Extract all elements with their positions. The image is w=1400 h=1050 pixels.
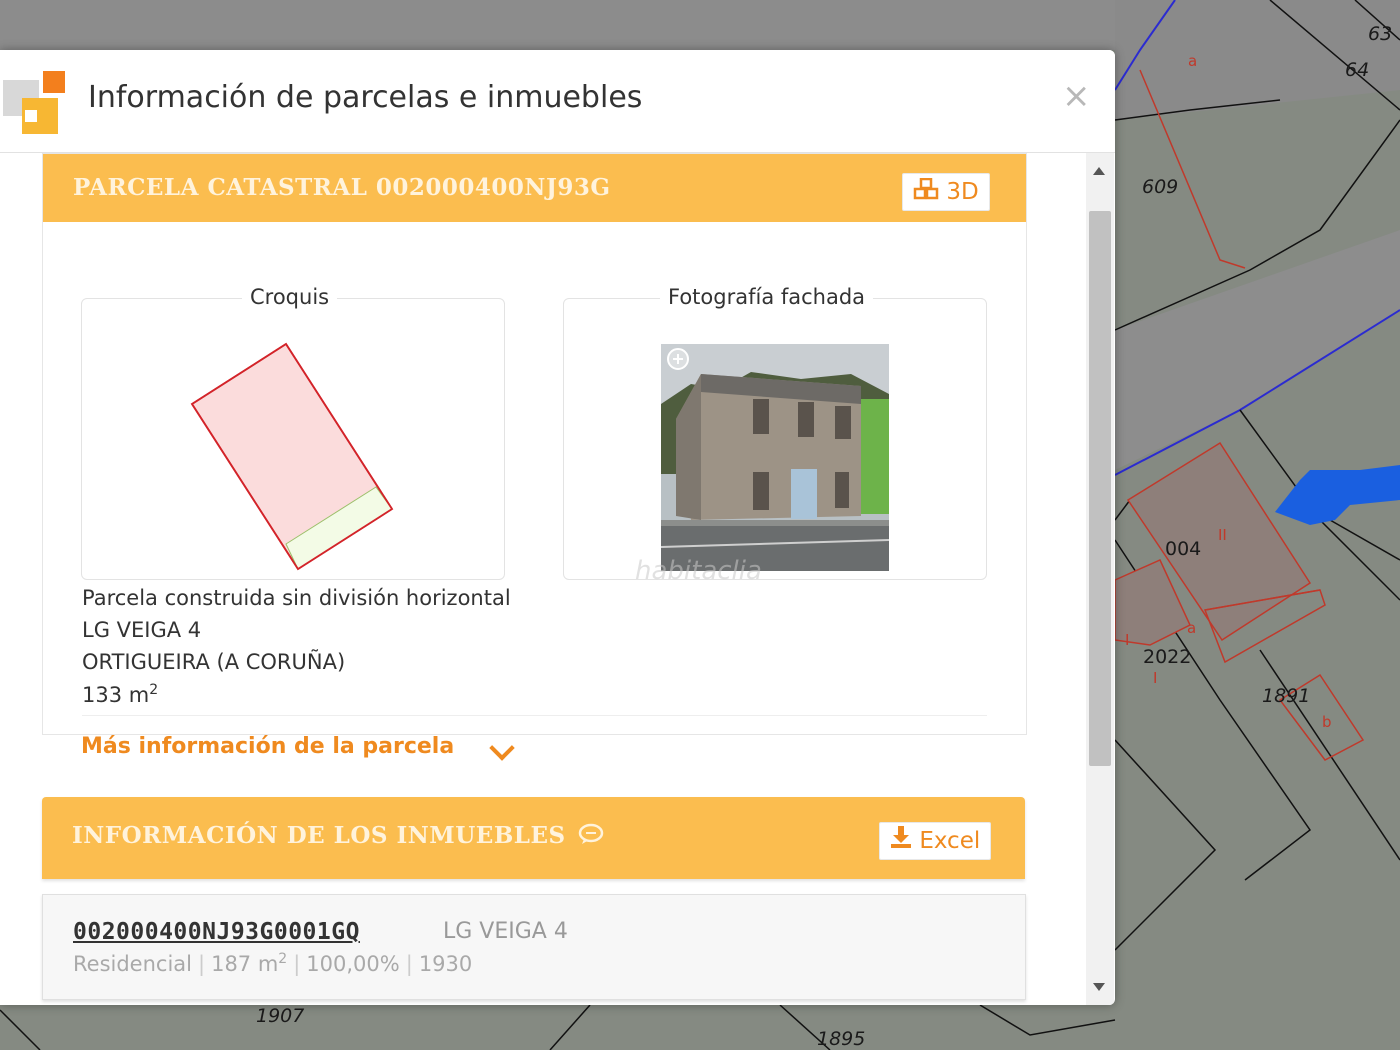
map-label: 1895: [817, 1028, 865, 1050]
map-sublabel: b: [1322, 713, 1332, 731]
parcel-sketch[interactable]: [82, 299, 504, 579]
sketch-label: Croquis: [242, 285, 338, 309]
dialog-body[interactable]: PARCELA CATASTRAL 002000400NJ93G 3D Croq…: [0, 153, 1115, 1005]
more-parcel-info-link[interactable]: Más información de la parcela: [81, 734, 454, 759]
map-sublabel: a: [1187, 619, 1196, 637]
scroll-up-arrow-icon[interactable]: [1093, 167, 1105, 175]
property-meta: Residencial | 187 m2 | 100,00% | 1930: [73, 951, 473, 976]
export-excel-button[interactable]: Excel: [879, 822, 992, 860]
properties-panel-header: INFORMACIÓN DE LOS INMUEBLES Excel: [42, 797, 1025, 879]
map-label: 1907: [256, 1005, 304, 1027]
catastro-logo: [0, 68, 70, 138]
property-area: 187 m: [211, 952, 279, 976]
property-share: 100,00%: [306, 952, 400, 976]
map-sublabel: I: [1153, 669, 1157, 687]
map-sublabel: I: [1125, 631, 1129, 649]
parcel-municipality: ORTIGUEIRA (A CORUÑA): [82, 650, 346, 674]
dialog-title: Información de parcelas e inmuebles: [88, 80, 643, 115]
parcel-info-dialog: Información de parcelas e inmuebles × PA…: [0, 50, 1115, 1005]
properties-title-text: INFORMACIÓN DE LOS INMUEBLES: [72, 822, 566, 849]
facade-photo[interactable]: [661, 344, 889, 571]
scrollbar[interactable]: [1086, 153, 1114, 1005]
map-sublabel: a: [1188, 52, 1197, 70]
photo-label: Fotografía fachada: [660, 285, 874, 309]
parcel-panel-header: PARCELA CATASTRAL 002000400NJ93G 3D: [43, 154, 1026, 222]
properties-panel: INFORMACIÓN DE LOS INMUEBLES Excel: [42, 797, 1025, 879]
property-address: LG VEIGA 4: [443, 919, 568, 944]
map-label: 1891: [1262, 685, 1310, 707]
parcel-area-unit: 2: [149, 682, 159, 698]
property-year: 1930: [418, 952, 473, 976]
property-area-unit: 2: [278, 951, 288, 967]
close-button[interactable]: ×: [1062, 76, 1091, 116]
map-label: 63: [1368, 23, 1392, 45]
watermark: habitaclia: [635, 556, 762, 586]
download-icon: [890, 824, 912, 860]
property-use: Residencial: [73, 952, 192, 976]
map-label: 64: [1345, 59, 1369, 81]
view-3d-label: 3D: [946, 179, 979, 205]
property-reference-link[interactable]: 002000400NJ93G0001GQ: [73, 919, 360, 945]
scroll-down-arrow-icon[interactable]: [1093, 983, 1105, 991]
parcel-description: Parcela construida sin división horizont…: [82, 586, 511, 610]
view-3d-button[interactable]: 3D: [902, 173, 990, 211]
sketch-card: Croquis: [81, 285, 505, 580]
chevron-down-icon[interactable]: [489, 735, 515, 761]
property-row: 002000400NJ93G0001GQ LG VEIGA 4 Residenc…: [42, 894, 1026, 1000]
comment-icon[interactable]: [578, 823, 604, 851]
map-label: 2022: [1143, 646, 1191, 668]
divider: [82, 715, 987, 716]
photo-card: Fotografía fachada: [563, 285, 987, 580]
parcel-address: LG VEIGA 4: [82, 618, 202, 642]
parcel-area-value: 133 m: [82, 683, 150, 707]
map-label: 004: [1165, 538, 1201, 560]
dialog-header: Información de parcelas e inmuebles ×: [0, 50, 1115, 153]
scroll-thumb[interactable]: [1089, 211, 1111, 766]
parcel-panel-title: PARCELA CATASTRAL 002000400NJ93G: [73, 174, 611, 201]
map-sublabel: II: [1218, 526, 1227, 544]
export-excel-label: Excel: [919, 828, 981, 854]
cubes-icon: [913, 175, 939, 211]
properties-panel-title: INFORMACIÓN DE LOS INMUEBLES: [72, 822, 604, 851]
map-label: 609: [1142, 176, 1178, 198]
parcel-area: 133 m2: [82, 682, 158, 707]
